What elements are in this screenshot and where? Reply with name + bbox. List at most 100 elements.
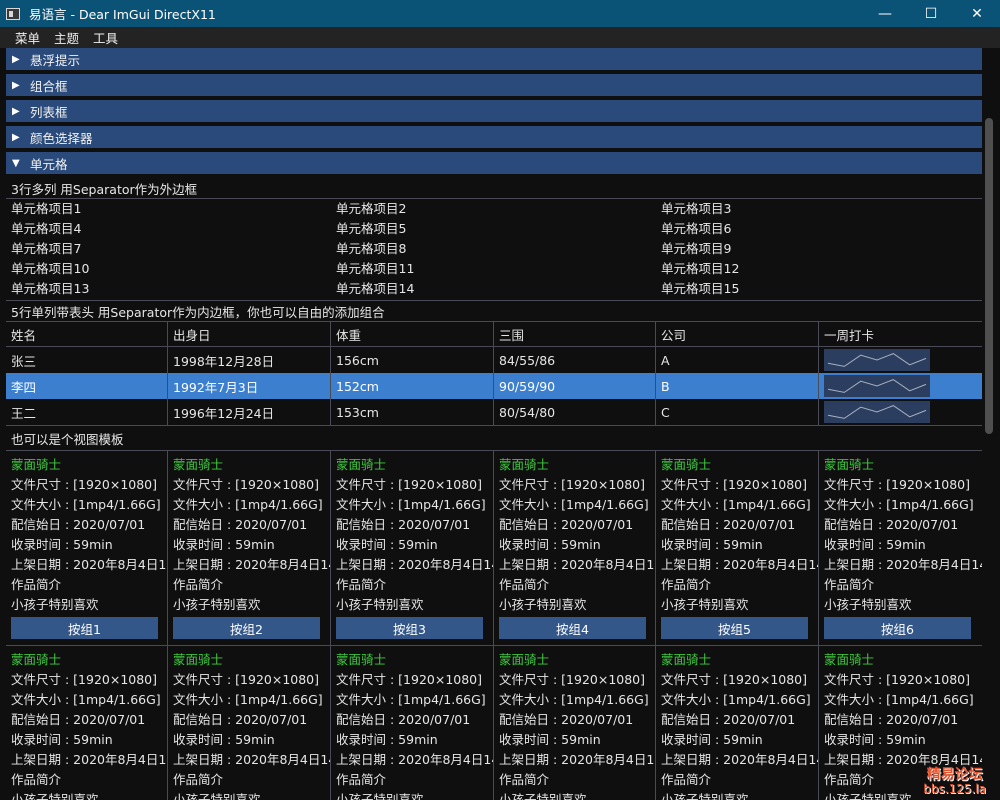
card-line: 上架日期 : 2020年8月4日14时 (661, 752, 818, 767)
group-button[interactable]: 按组1 (11, 617, 158, 639)
menu-item-menu[interactable]: 菜单 (15, 28, 40, 47)
card-title: 蒙面骑士 (824, 457, 875, 472)
column-header[interactable]: 公司 (656, 322, 819, 346)
table-row[interactable]: 王二 1996年12月24日 153cm 80/54/80 C (6, 399, 982, 425)
menu-bar: 菜单 主题 工具 (0, 27, 1000, 48)
table-header-row: 姓名 出身日 体重 三围 公司 一周打卡 (6, 322, 982, 346)
video-card: 蒙面骑士 文件尺寸 : [1920×1080] 文件大小 : [1mp4/1.66G… (331, 451, 494, 645)
card-line: 小孩子特别喜欢 (11, 597, 99, 612)
cell-grid: 单元格项目1 单元格项目2 单元格项目3 单元格项目4 单元格项目5 单元格项目6 单元格项… (6, 199, 982, 299)
table-cell: B (656, 373, 819, 399)
card-line: 配信始日 : 2020/07/01 (499, 712, 634, 727)
grid-cell: 单元格项目9 (661, 241, 732, 256)
card-title: 蒙面骑士 (336, 457, 387, 472)
table-row[interactable]: 李四 1992年7月3日 152cm 90/59/90 B (6, 373, 982, 399)
card-line: 收录时间 : 59min (336, 537, 438, 552)
header-label: 颜色选择器 (30, 130, 93, 146)
card-line: 小孩子特别喜欢 (336, 792, 424, 800)
card-line: 文件尺寸 : [1920×1080] (336, 672, 483, 687)
video-card: 蒙面骑士 文件尺寸 : [1920×1080] 文件大小 : [1mp4/1.66G… (819, 451, 982, 645)
grid-cell: 单元格项目8 (336, 241, 407, 256)
card-line: 小孩子特别喜欢 (661, 597, 749, 612)
menu-item-theme[interactable]: 主题 (54, 28, 79, 47)
watermark-line1: 精易论坛 (926, 767, 983, 783)
video-card: 蒙面骑士 文件尺寸 : [1920×1080] 文件大小 : [1mp4/1.66G… (656, 646, 819, 800)
group-button[interactable]: 按组6 (824, 617, 971, 639)
table-cell: C (656, 399, 819, 425)
video-card: 蒙面骑士 文件尺寸 : [1920×1080] 文件大小 : [1mp4/1.66G… (168, 646, 331, 800)
card-line: 配信始日 : 2020/07/01 (173, 712, 308, 727)
maximize-button[interactable]: ☐ (908, 0, 954, 27)
card-line: 作品简介 (661, 577, 712, 592)
column-header[interactable]: 姓名 (6, 322, 168, 346)
collapsing-header[interactable]: ▼ 单元格 (6, 152, 982, 174)
collapsing-header[interactable]: ▶ 悬浮提示 (6, 48, 982, 70)
card-line: 小孩子特别喜欢 (336, 597, 424, 612)
column-header[interactable]: 一周打卡 (819, 322, 982, 346)
table-cell: 80/54/80 (494, 399, 656, 425)
card-line: 上架日期 : 2020年8月4日14时 (11, 557, 167, 572)
card-title: 蒙面骑士 (499, 652, 550, 667)
table-cell: 84/55/86 (494, 347, 656, 373)
card-line: 收录时间 : 59min (336, 732, 438, 747)
group-button[interactable]: 按组4 (499, 617, 646, 639)
card-line: 小孩子特别喜欢 (499, 792, 587, 800)
card-line: 文件尺寸 : [1920×1080] (824, 672, 971, 687)
header-label: 悬浮提示 (30, 52, 81, 68)
card-row: 蒙面骑士 文件尺寸 : [1920×1080] 文件大小 : [1mp4/1.66G… (6, 451, 982, 645)
card-line: 收录时间 : 59min (661, 732, 763, 747)
collapsing-header[interactable]: ▶ 组合框 (6, 74, 982, 96)
video-card: 蒙面骑士 文件尺寸 : [1920×1080] 文件大小 : [1mp4/1.66G… (494, 451, 656, 645)
group-button[interactable]: 按组2 (173, 617, 320, 639)
collapsing-header[interactable]: ▶ 列表框 (6, 100, 982, 122)
collapsing-header[interactable]: ▶ 颜色选择器 (6, 126, 982, 148)
card-line: 收录时间 : 59min (11, 537, 113, 552)
grid-cell: 单元格项目12 (661, 261, 740, 276)
column-header[interactable]: 出身日 (168, 322, 331, 346)
card-line: 上架日期 : 2020年8月4日14时 (11, 752, 167, 767)
card-line: 上架日期 : 2020年8月4日14时 (499, 557, 655, 572)
card-line: 文件尺寸 : [1920×1080] (173, 477, 320, 492)
card-title: 蒙面骑士 (11, 457, 62, 472)
card-title: 蒙面骑士 (824, 652, 875, 667)
card-line: 配信始日 : 2020/07/01 (499, 517, 634, 532)
card-line: 小孩子特别喜欢 (173, 597, 261, 612)
card-line: 文件尺寸 : [1920×1080] (336, 477, 483, 492)
scrollbar-thumb[interactable] (985, 118, 993, 434)
column-header[interactable]: 体重 (331, 322, 494, 346)
table-cell: 王二 (6, 399, 168, 425)
card-line: 上架日期 : 2020年8月4日14时 (824, 557, 982, 572)
card-line: 配信始日 : 2020/07/01 (824, 712, 959, 727)
card-line: 上架日期 : 2020年8月4日14时 (336, 557, 493, 572)
grid-cell: 单元格项目6 (661, 221, 732, 236)
video-card: 蒙面骑士 文件尺寸 : [1920×1080] 文件大小 : [1mp4/1.66G… (168, 451, 331, 645)
close-button[interactable]: ✕ (954, 0, 1000, 27)
table-cell (819, 399, 982, 425)
card-line: 文件尺寸 : [1920×1080] (11, 477, 158, 492)
card-line: 作品简介 (173, 577, 224, 592)
column-header[interactable]: 三围 (494, 322, 656, 346)
card-line: 上架日期 : 2020年8月4日14时 (173, 557, 330, 572)
card-line: 收录时间 : 59min (173, 732, 275, 747)
card-line: 作品简介 (11, 577, 62, 592)
card-line: 配信始日 : 2020/07/01 (11, 517, 146, 532)
card-line: 收录时间 : 59min (173, 537, 275, 552)
grid-cell: 单元格项目1 (11, 201, 82, 216)
card-line: 小孩子特别喜欢 (499, 597, 587, 612)
section-label-grid: 3行多列 用Separator作为外边框 (11, 181, 198, 197)
card-line: 文件大小 : [1mp4/1.66G] (499, 692, 649, 707)
weekly-checkin-sparkline (824, 401, 930, 423)
minimize-button[interactable]: — (862, 0, 908, 27)
card-title: 蒙面骑士 (173, 652, 224, 667)
group-button[interactable]: 按组3 (336, 617, 483, 639)
card-line: 文件大小 : [1mp4/1.66G] (11, 692, 161, 707)
table-cell: 1992年7月3日 (168, 373, 331, 399)
table-row[interactable]: 张三 1998年12月28日 156cm 84/55/86 A (6, 347, 982, 373)
menu-item-tools[interactable]: 工具 (93, 28, 118, 47)
card-line: 上架日期 : 2020年8月4日14时 (499, 752, 655, 767)
group-button[interactable]: 按组5 (661, 617, 808, 639)
card-line: 文件大小 : [1mp4/1.66G] (173, 692, 323, 707)
card-line: 配信始日 : 2020/07/01 (661, 712, 796, 727)
card-line: 文件大小 : [1mp4/1.66G] (336, 692, 486, 707)
video-card: 蒙面骑士 文件尺寸 : [1920×1080] 文件大小 : [1mp4/1.66G… (331, 646, 494, 800)
